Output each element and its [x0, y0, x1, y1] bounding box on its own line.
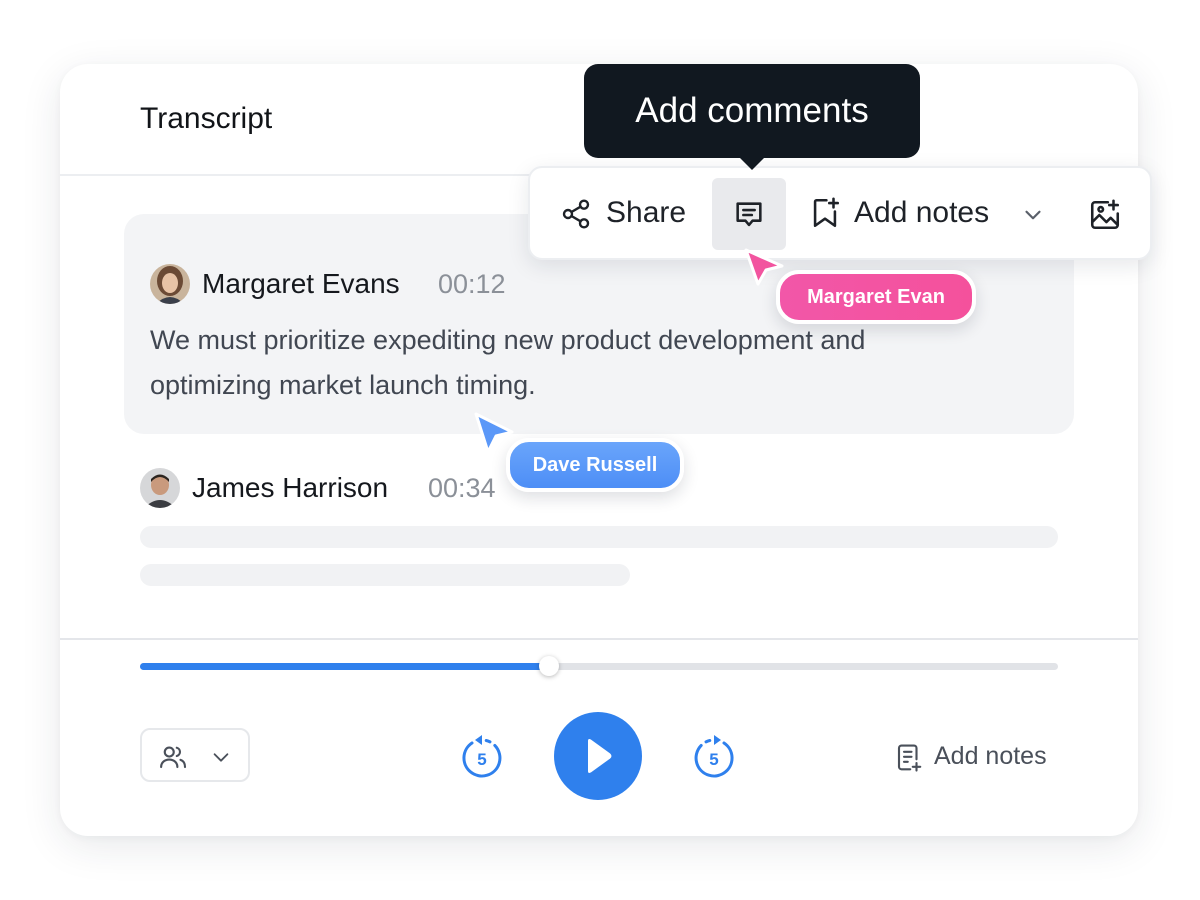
selection-toolbar: Share Add notes [528, 166, 1152, 260]
skip-back-button[interactable]: 5 [460, 734, 504, 785]
chevron-down-icon[interactable] [1020, 202, 1046, 228]
skip-back-seconds: 5 [477, 750, 486, 769]
timestamp[interactable]: 00:12 [438, 269, 506, 300]
play-button[interactable] [554, 712, 642, 800]
chevron-down-icon [210, 746, 232, 773]
tooltip-arrow [738, 156, 766, 170]
playback-progress-bar[interactable] [140, 656, 1058, 676]
people-icon [158, 742, 188, 777]
comment-icon [736, 202, 762, 227]
timestamp[interactable]: 00:34 [428, 473, 496, 504]
speaker-filter-dropdown[interactable] [140, 728, 250, 782]
play-icon [588, 739, 612, 773]
bookmark-add-icon [813, 197, 840, 228]
speaker-name: Margaret Evans [202, 268, 400, 299]
loading-placeholder-line [140, 564, 630, 586]
avatar-james-harrison [140, 468, 180, 508]
avatar-margaret-evans [150, 264, 190, 304]
speaker-name: James Harrison [192, 472, 389, 503]
share-icon [562, 199, 590, 229]
player-divider [60, 638, 1138, 640]
panel-title: Transcript [140, 102, 273, 135]
skip-forward-seconds: 5 [709, 750, 718, 769]
add-notes-label: Add notes [934, 742, 1047, 770]
add-comment-button[interactable] [712, 178, 786, 250]
image-add-icon [1090, 199, 1120, 230]
notes-add-icon [897, 744, 922, 772]
add-comments-tooltip: Add comments [584, 64, 920, 170]
playback-scrubber-handle[interactable] [538, 656, 559, 676]
collaborator-cursor-label: Margaret Evan [776, 270, 976, 324]
loading-placeholder-line [140, 526, 1058, 548]
skip-forward-button[interactable]: 5 [692, 734, 736, 785]
tooltip-label: Add comments [635, 91, 869, 130]
transcript-text: We must prioritize expediting new produc… [150, 325, 866, 400]
playback-progress-fill [140, 663, 549, 670]
collaborator-cursor-label: Dave Russell [506, 438, 684, 492]
share-label: Share [606, 196, 687, 229]
stage: Transcript Margaret Evans 00:12 We must … [0, 0, 1200, 900]
add-notes-toolbar-label: Add notes [854, 196, 990, 229]
